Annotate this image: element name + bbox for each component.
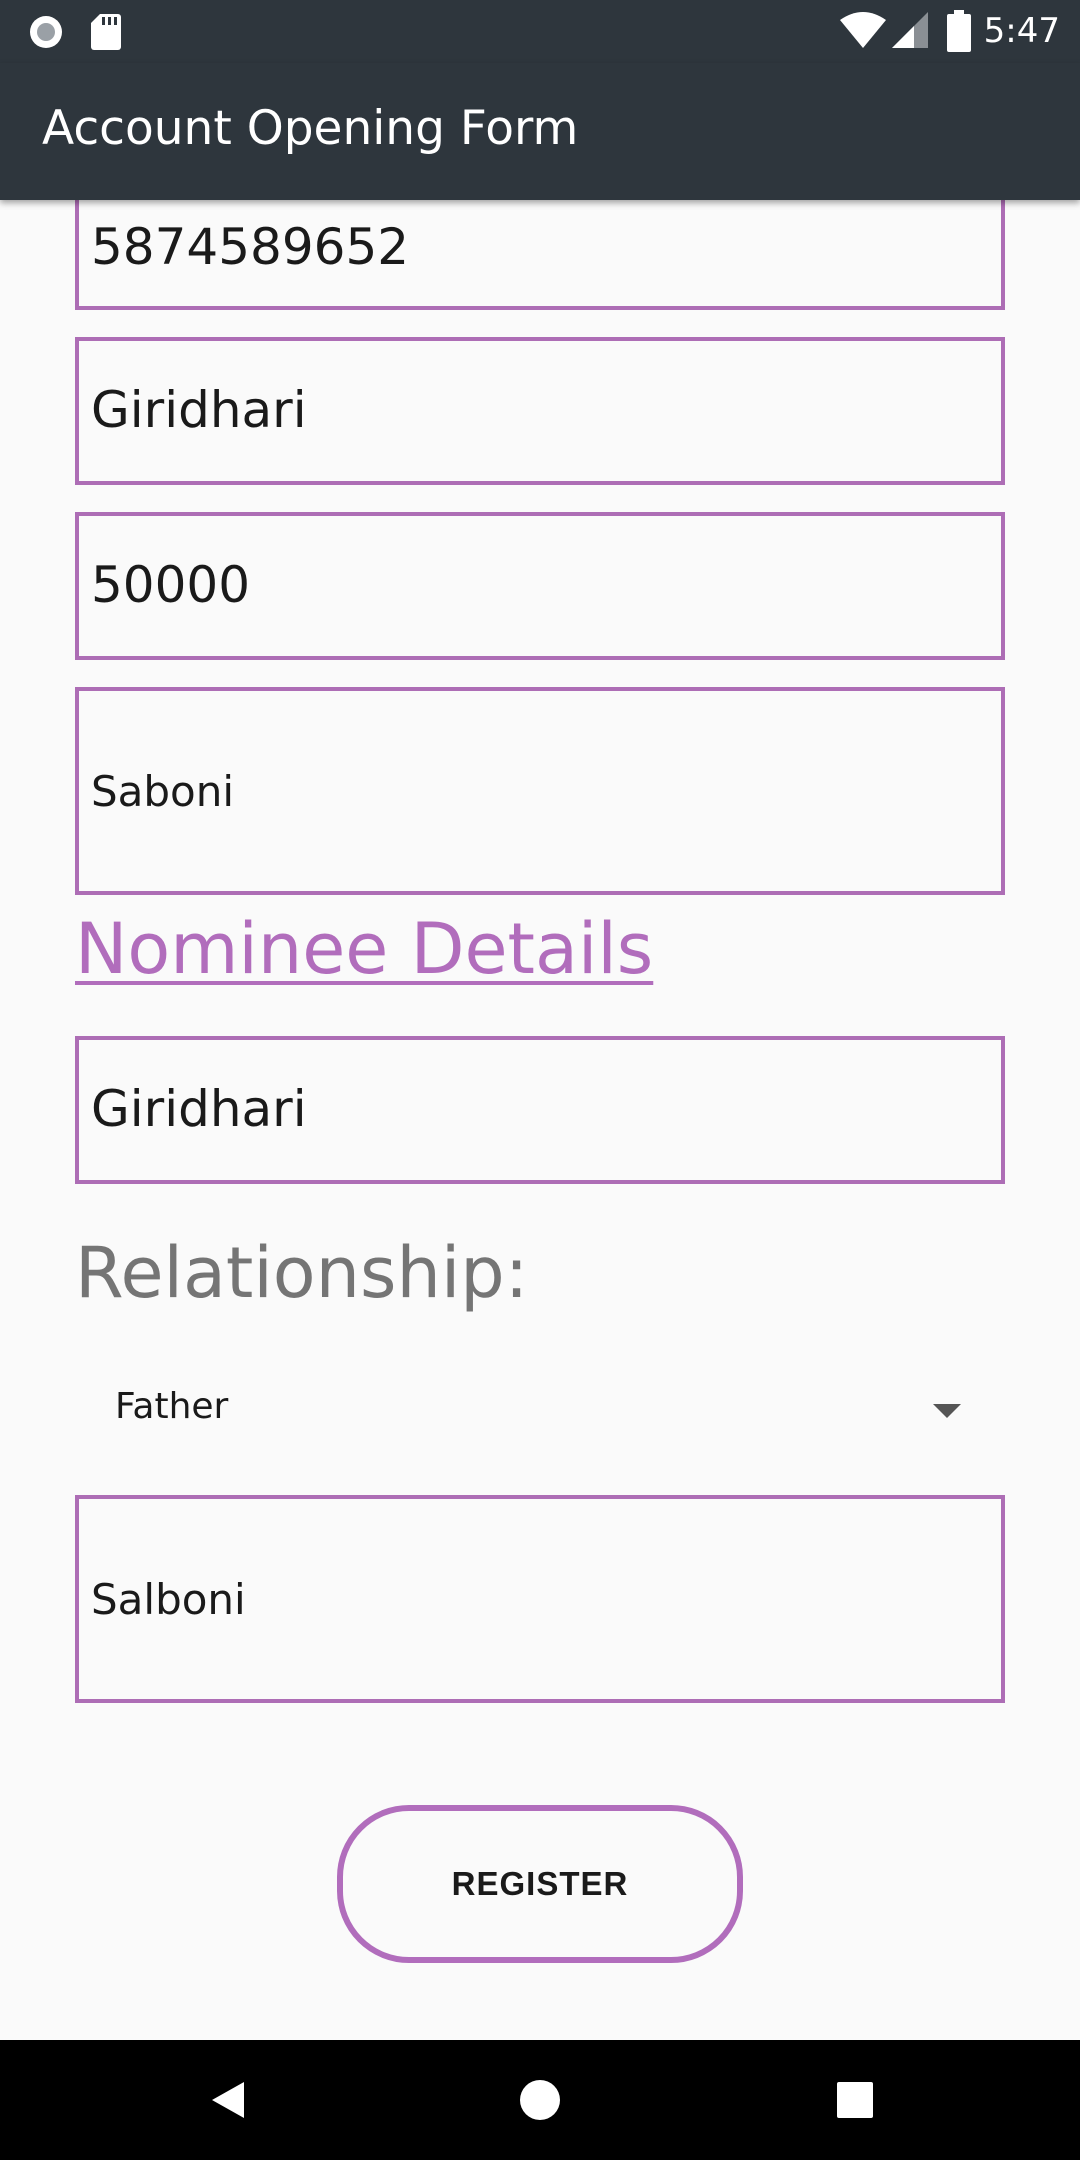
phone-input[interactable]: 5874589652	[75, 200, 1005, 310]
address-value: Saboni	[91, 767, 235, 816]
form-scroll-area[interactable]: 5874589652 Giridhari 50000 Saboni Nomine…	[0, 200, 1080, 2040]
nominee-address-input[interactable]: Salboni	[75, 1495, 1005, 1703]
navigation-bar	[0, 2040, 1080, 2160]
relationship-selected-value: Father	[115, 1386, 229, 1427]
signal-icon	[892, 12, 928, 48]
relationship-label: Relationship:	[75, 1232, 529, 1314]
register-button[interactable]: REGISTER	[337, 1805, 743, 1963]
record-icon	[30, 16, 62, 48]
amount-input[interactable]: 50000	[75, 512, 1005, 660]
dropdown-arrow-icon	[933, 1404, 961, 1418]
clock-time: 5:47	[983, 11, 1060, 51]
name-value: Giridhari	[91, 381, 307, 439]
nominee-address-value: Salboni	[91, 1575, 246, 1624]
back-button[interactable]	[165, 2040, 285, 2160]
address-input[interactable]: Saboni	[75, 687, 1005, 895]
battery-icon	[947, 10, 971, 52]
nominee-section-title: Nominee Details	[75, 908, 654, 990]
wifi-icon	[840, 12, 886, 48]
page-title: Account Opening Form	[42, 101, 579, 156]
back-icon	[212, 2082, 244, 2118]
app-bar: Account Opening Form	[0, 63, 1080, 200]
relationship-spinner[interactable]: Father	[75, 1362, 1005, 1462]
home-button[interactable]	[480, 2040, 600, 2160]
amount-value: 50000	[91, 556, 251, 614]
recents-button[interactable]	[795, 2040, 915, 2160]
status-bar: 5:47	[0, 0, 1080, 63]
recents-icon	[837, 2082, 873, 2118]
nominee-name-input[interactable]: Giridhari	[75, 1036, 1005, 1184]
name-input[interactable]: Giridhari	[75, 337, 1005, 485]
nominee-name-value: Giridhari	[91, 1080, 307, 1138]
sd-card-icon	[91, 14, 121, 50]
phone-value: 5874589652	[91, 218, 410, 276]
home-icon	[520, 2080, 560, 2120]
